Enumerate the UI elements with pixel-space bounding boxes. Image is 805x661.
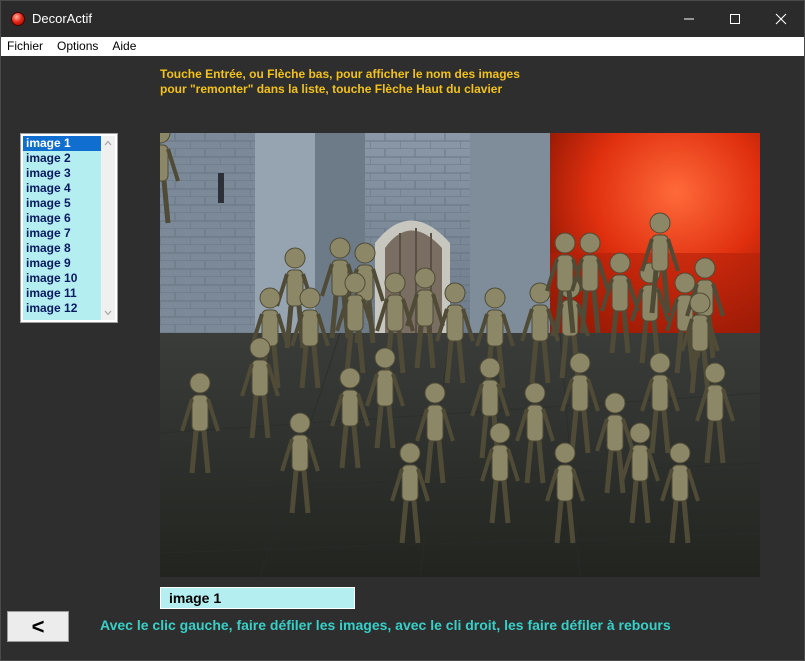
image-name-field[interactable]: image 1 (160, 587, 355, 609)
scroll-up-icon[interactable] (101, 136, 115, 150)
maximize-button[interactable] (712, 1, 758, 37)
list-scrollbar[interactable] (101, 136, 115, 320)
list-item[interactable]: image 10 (23, 271, 101, 286)
list-item[interactable]: image 1 (23, 136, 101, 151)
list-item[interactable]: image 3 (23, 166, 101, 181)
keyboard-instructions: Touche Entrée, ou Flèche bas, pour affic… (160, 67, 520, 97)
menu-fichier[interactable]: Fichier (1, 37, 50, 56)
list-item[interactable]: image 7 (23, 226, 101, 241)
list-item[interactable]: image 11 (23, 286, 101, 301)
image-list: image 1 image 2 image 3 image 4 image 5 … (23, 136, 101, 320)
close-button[interactable] (758, 1, 804, 37)
menu-options[interactable]: Options (50, 37, 105, 56)
scroll-down-icon[interactable] (101, 306, 115, 320)
list-item[interactable]: image 6 (23, 211, 101, 226)
app-icon[interactable] (11, 12, 25, 26)
maximize-icon (730, 14, 740, 24)
instruction-line-1: Touche Entrée, ou Flèche bas, pour affic… (160, 67, 520, 81)
list-item[interactable]: image 12 (23, 301, 101, 316)
main-image[interactable] (160, 133, 760, 577)
title-bar[interactable]: DecorActif (1, 1, 804, 37)
mouse-instructions: Avec le clic gauche, faire défiler les i… (100, 617, 671, 633)
previous-image-button[interactable]: < (7, 611, 69, 642)
close-icon (775, 13, 787, 25)
instruction-line-2: pour "remonter" dans la liste, touche Fl… (160, 82, 503, 96)
list-item[interactable]: image 5 (23, 196, 101, 211)
list-item[interactable]: image 4 (23, 181, 101, 196)
list-item[interactable]: image 8 (23, 241, 101, 256)
skeleton-army-castle-picture (160, 133, 760, 577)
minimize-icon (684, 18, 694, 20)
window-title: DecorActif (32, 11, 92, 26)
minimize-button[interactable] (666, 1, 712, 37)
menu-bar: Fichier Options Aide (1, 37, 804, 56)
image-listbox[interactable]: image 1 image 2 image 3 image 4 image 5 … (20, 133, 118, 323)
list-item[interactable]: image 2 (23, 151, 101, 166)
list-item[interactable]: image 9 (23, 256, 101, 271)
menu-aide[interactable]: Aide (105, 37, 143, 56)
